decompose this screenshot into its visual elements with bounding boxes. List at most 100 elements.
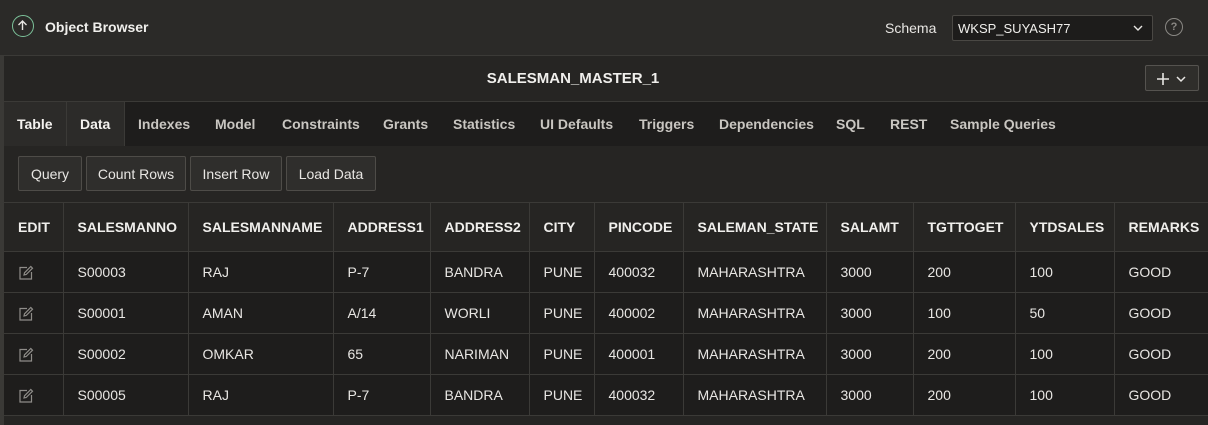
cell-remarks: GOOD [1114, 374, 1208, 416]
cell-address1: A/14 [333, 292, 431, 334]
table-row: S00002 OMKAR 65 NARIMAN PUNE 400001 MAHARASHTR… [4, 333, 1208, 375]
column-header-tgttoget[interactable]: TGTTOGET [913, 203, 1016, 252]
tab-sample-queries[interactable]: Sample Queries [937, 102, 1069, 146]
arrow-up-circle-icon[interactable] [12, 15, 34, 37]
edit-pencil-icon[interactable] [18, 306, 34, 322]
column-header-edit: EDIT [4, 203, 64, 252]
count-rows-button[interactable]: Count Rows [86, 156, 186, 191]
cell-edit [4, 374, 64, 416]
tab-grants[interactable]: Grants [370, 102, 441, 146]
cell-city: PUNE [529, 292, 595, 334]
plus-icon [1157, 73, 1169, 85]
schema-select-value: WKSP_SUYASH77 [958, 21, 1071, 36]
cell-salesmanname: OMKAR [188, 333, 334, 375]
cell-edit [4, 251, 64, 293]
help-circle-icon[interactable]: ? [1165, 18, 1183, 36]
table-header-row: EDIT SALESMANNO SALESMANNAME ADDRESS1 AD… [4, 203, 1208, 252]
data-table: EDIT SALESMANNO SALESMANNAME ADDRESS1 AD… [4, 203, 1208, 416]
edit-pencil-icon[interactable] [18, 347, 34, 363]
cell-salesmanno: S00002 [63, 333, 189, 375]
cell-remarks: GOOD [1114, 292, 1208, 334]
tab-table[interactable]: Table [4, 102, 67, 146]
cell-salesmanname: RAJ [188, 374, 334, 416]
edit-pencil-icon[interactable] [18, 388, 34, 404]
cell-salamt: 3000 [826, 333, 914, 375]
page-title: Object Browser [45, 19, 149, 35]
cell-saleman-state: MAHARASHTRA [683, 292, 827, 334]
cell-address2: WORLI [430, 292, 530, 334]
table-row: S00005 RAJ P-7 BANDRA PUNE 400032 MAHARASHTRA 3… [4, 374, 1208, 416]
cell-tgttoget: 200 [913, 374, 1016, 416]
query-button[interactable]: Query [18, 156, 82, 191]
cell-edit [4, 292, 64, 334]
object-name: SALESMAN_MASTER_1 [486, 70, 660, 87]
chevron-down-icon [1176, 76, 1186, 83]
chevron-down-icon [1132, 21, 1144, 37]
cell-tgttoget: 200 [913, 251, 1016, 293]
cell-pincode: 400001 [594, 333, 684, 375]
cell-saleman-state: MAHARASHTRA [683, 333, 827, 375]
cell-salamt: 3000 [826, 292, 914, 334]
column-header-salesmanno[interactable]: SALESMANNO [63, 203, 189, 252]
schema-select[interactable]: WKSP_SUYASH77 [952, 15, 1153, 41]
column-header-salesmanname[interactable]: SALESMANNAME [188, 203, 334, 252]
cell-salesmanname: AMAN [188, 292, 334, 334]
top-bar: Object Browser Schema WKSP_SUYASH77 ? [0, 0, 1208, 56]
column-header-pincode[interactable]: PINCODE [594, 203, 684, 252]
table-row: S00003 RAJ P-7 BANDRA PUNE 400032 MAHARASHTRA 3… [4, 251, 1208, 293]
cell-address2: NARIMAN [430, 333, 530, 375]
column-header-address1[interactable]: ADDRESS1 [333, 203, 431, 252]
cell-ytdsales: 50 [1015, 292, 1115, 334]
column-header-saleman-state[interactable]: SALEMAN_STATE [683, 203, 827, 252]
cell-salamt: 3000 [826, 251, 914, 293]
cell-salamt: 3000 [826, 374, 914, 416]
tab-data[interactable]: Data [67, 102, 125, 146]
cell-saleman-state: MAHARASHTRA [683, 251, 827, 293]
column-header-ytdsales[interactable]: YTDSALES [1015, 203, 1115, 252]
cell-tgttoget: 100 [913, 292, 1016, 334]
tab-indexes[interactable]: Indexes [125, 102, 203, 146]
tab-triggers[interactable]: Triggers [626, 102, 707, 146]
cell-ytdsales: 100 [1015, 374, 1115, 416]
cell-city: PUNE [529, 374, 595, 416]
add-menu-button[interactable] [1145, 65, 1199, 91]
cell-pincode: 400002 [594, 292, 684, 334]
column-header-remarks[interactable]: REMARKS [1114, 203, 1208, 252]
tab-sql[interactable]: SQL [823, 102, 878, 146]
cell-address2: BANDRA [430, 374, 530, 416]
column-header-salamt[interactable]: SALAMT [826, 203, 914, 252]
cell-pincode: 400032 [594, 251, 684, 293]
load-data-button[interactable]: Load Data [286, 156, 376, 191]
cell-saleman-state: MAHARASHTRA [683, 374, 827, 416]
object-header: SALESMAN_MASTER_1 [4, 56, 1208, 102]
tab-rest[interactable]: REST [877, 102, 940, 146]
tab-ui-defaults[interactable]: UI Defaults [527, 102, 626, 146]
cell-remarks: GOOD [1114, 251, 1208, 293]
cell-salesmanno: S00003 [63, 251, 189, 293]
cell-ytdsales: 100 [1015, 251, 1115, 293]
tab-constraints[interactable]: Constraints [269, 102, 373, 146]
cell-address1: P-7 [333, 374, 431, 416]
data-toolbar: Query Count Rows Insert Row Load Data [4, 146, 1208, 203]
tab-model[interactable]: Model [202, 102, 268, 146]
schema-label: Schema [885, 20, 937, 36]
column-header-city[interactable]: CITY [529, 203, 595, 252]
cell-pincode: 400032 [594, 374, 684, 416]
insert-row-button[interactable]: Insert Row [190, 156, 282, 191]
cell-ytdsales: 100 [1015, 333, 1115, 375]
table-row: S00001 AMAN A/14 WORLI PUNE 400002 MAHARASHTRA… [4, 292, 1208, 334]
cell-address2: BANDRA [430, 251, 530, 293]
cell-salesmanname: RAJ [188, 251, 334, 293]
cell-city: PUNE [529, 251, 595, 293]
tab-statistics[interactable]: Statistics [440, 102, 528, 146]
cell-tgttoget: 200 [913, 333, 1016, 375]
cell-edit [4, 333, 64, 375]
cell-address1: 65 [333, 333, 431, 375]
edit-pencil-icon[interactable] [18, 265, 34, 281]
cell-salesmanno: S00005 [63, 374, 189, 416]
tab-dependencies[interactable]: Dependencies [706, 102, 827, 146]
cell-address1: P-7 [333, 251, 431, 293]
cell-salesmanno: S00001 [63, 292, 189, 334]
object-tabs: Table Data Indexes Model Constraints Gra… [4, 102, 1208, 147]
column-header-address2[interactable]: ADDRESS2 [430, 203, 530, 252]
